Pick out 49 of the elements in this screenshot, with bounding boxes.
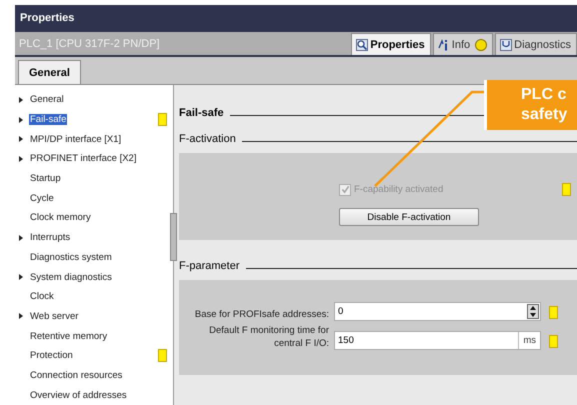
splitter-handle[interactable] bbox=[170, 213, 177, 261]
callout-text: safety bbox=[521, 105, 568, 125]
field-label: Default F monitoring time for central F I/O: bbox=[208, 324, 329, 350]
disable-button[interactable]: Disable F-activation bbox=[339, 208, 479, 226]
nav-item[interactable]: Interrupts bbox=[29, 232, 72, 244]
nav-item[interactable]: Protection bbox=[29, 350, 74, 362]
stethoscope-icon bbox=[500, 38, 512, 51]
checkbox-label: F-capability activated bbox=[354, 184, 444, 195]
field-label: Base for PROFIsafe addresses: bbox=[194, 308, 329, 321]
expand-arrow-icon[interactable] bbox=[19, 96, 23, 103]
nav-item[interactable]: Cycle bbox=[29, 192, 55, 204]
section-heading: F-activation bbox=[179, 133, 236, 145]
nav-item[interactable]: System diagnostics bbox=[29, 272, 113, 283]
expand-arrow-icon[interactable] bbox=[19, 156, 23, 162]
callout-text: PLC c bbox=[521, 85, 568, 105]
view-tab[interactable]: Info bbox=[432, 33, 494, 56]
expand-arrow-icon[interactable] bbox=[19, 116, 23, 123]
status-marker bbox=[549, 306, 558, 319]
object-name: PLC_1 [CPU 317F-2 PN/DP] bbox=[18, 38, 161, 50]
nav-item[interactable]: Clock bbox=[29, 291, 55, 302]
view-tab[interactable]: Properties bbox=[351, 33, 431, 56]
expand-arrow-icon[interactable] bbox=[19, 274, 23, 280]
magnifier-icon bbox=[356, 38, 368, 51]
nav-item[interactable]: Fail-safe bbox=[29, 114, 68, 126]
section-heading: F-parameter bbox=[179, 260, 240, 272]
expand-arrow-icon[interactable] bbox=[19, 234, 23, 241]
nav-item[interactable]: MPI/DP interface [X1] bbox=[29, 134, 122, 145]
input-field[interactable]: 150 ms bbox=[334, 331, 541, 350]
nav-item[interactable]: Connection resources bbox=[29, 370, 124, 381]
status-marker bbox=[562, 183, 571, 196]
nav-item[interactable]: Startup bbox=[29, 173, 62, 184]
window-title: Properties bbox=[20, 12, 74, 24]
expand-arrow-icon[interactable] bbox=[19, 136, 23, 142]
nav-item[interactable]: PROFINET interface [X2] bbox=[29, 153, 138, 164]
input-field[interactable]: 0 bbox=[334, 302, 541, 321]
nav-item[interactable]: General bbox=[29, 94, 65, 106]
spinner-icon[interactable] bbox=[527, 304, 539, 319]
nav-item[interactable]: Overview of addresses bbox=[29, 390, 128, 401]
info-arrow-icon bbox=[438, 38, 450, 51]
nav-item[interactable]: Web server bbox=[29, 310, 80, 322]
view-tab[interactable]: Diagnostics bbox=[495, 33, 577, 56]
nav-item[interactable]: Retentive memory bbox=[29, 330, 108, 342]
nav-item[interactable]: Diagnostics system bbox=[29, 252, 113, 263]
unit-label: ms bbox=[518, 332, 540, 349]
section-heading: Fail-safe bbox=[179, 107, 224, 119]
expand-arrow-icon[interactable] bbox=[19, 313, 23, 320]
nav-item[interactable]: Clock memory bbox=[29, 212, 92, 224]
status-marker bbox=[549, 335, 558, 348]
page-tab[interactable]: General bbox=[18, 60, 81, 84]
